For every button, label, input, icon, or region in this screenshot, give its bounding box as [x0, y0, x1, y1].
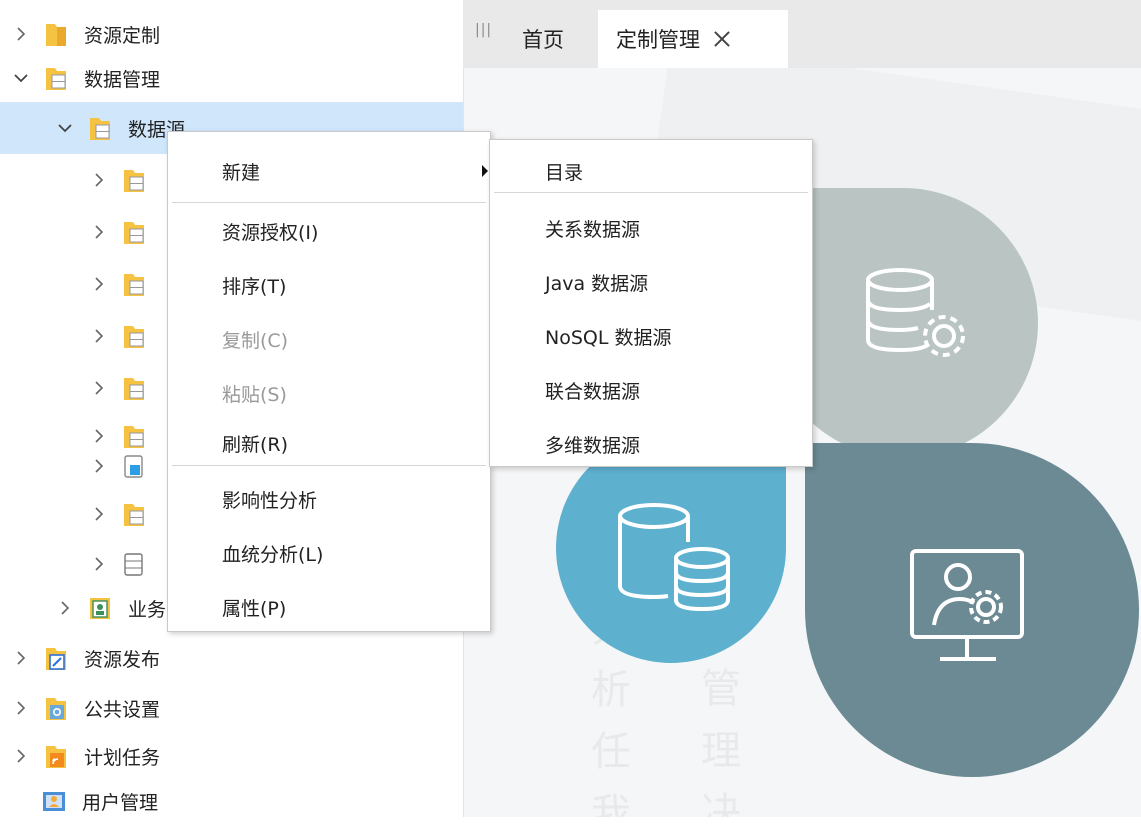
menu-item-label: 联合数据源: [545, 380, 641, 403]
chevron-right-icon[interactable]: [88, 553, 110, 575]
tree-item-public-settings[interactable]: 公共设置: [0, 682, 463, 734]
menu-item-label: 多维数据源: [545, 434, 641, 457]
menu-separator: [172, 465, 486, 466]
menu-item-label: Java 数据源: [545, 272, 649, 295]
datasource-icon: [122, 270, 146, 298]
menu-item-label: 粘贴(S): [222, 383, 287, 406]
menu-item-refresh[interactable]: 刷新(R): [168, 416, 490, 470]
tree-item-label: 计划任务: [84, 746, 161, 769]
tree-item-user-management[interactable]: 用户管理: [0, 775, 463, 827]
tree-item-data-management[interactable]: 数据管理: [0, 52, 463, 104]
tree-item-label: 公共设置: [84, 698, 161, 721]
menu-item-label: 复制(C): [222, 329, 289, 352]
datasource-icon: [122, 218, 146, 246]
tree-item-label: 资源发布: [84, 648, 161, 671]
menu-item-label: 属性(P): [222, 597, 287, 620]
table-datasource-icon: [122, 550, 146, 578]
business-folder-icon: [88, 594, 112, 622]
menu-item-label: 新建: [222, 161, 261, 184]
database-stack-icon: [618, 503, 730, 612]
menu-item-label: 资源授权(I): [222, 221, 319, 244]
tree-item-label: 业务: [128, 598, 167, 621]
submenu-item-multidimensional-datasource[interactable]: 多维数据源: [490, 417, 812, 471]
data-management-icon: [44, 64, 68, 92]
tab-custom-management[interactable]: 定制管理: [598, 10, 788, 68]
menu-item-label: 排序(T): [222, 275, 287, 298]
chevron-right-icon[interactable]: [88, 273, 110, 295]
tab-home[interactable]: 首页: [499, 10, 587, 68]
menu-item-new[interactable]: 新建: [168, 144, 490, 198]
menu-item-paste: 粘贴(S): [168, 366, 490, 420]
tab-list-icon[interactable]: |||: [475, 22, 491, 44]
chevron-right-icon[interactable]: [10, 697, 32, 719]
chevron-right-icon[interactable]: [88, 169, 110, 191]
resource-publish-icon: [44, 644, 68, 672]
chevron-down-icon[interactable]: [54, 117, 76, 139]
chevron-right-icon[interactable]: [10, 745, 32, 767]
menu-item-lineage-analysis[interactable]: 血统分析(L): [168, 526, 490, 580]
datasource-icon: [122, 374, 146, 402]
menu-item-impact-analysis[interactable]: 影响性分析: [168, 472, 490, 526]
chevron-right-icon[interactable]: [88, 325, 110, 347]
close-icon[interactable]: [712, 29, 732, 49]
chevron-right-icon[interactable]: [88, 377, 110, 399]
datasource-folder-icon: [88, 114, 112, 142]
menu-item-label: 影响性分析: [222, 489, 318, 512]
tab-label: 定制管理: [616, 28, 700, 52]
submenu-item-federated-datasource[interactable]: 联合数据源: [490, 363, 812, 417]
menu-item-properties[interactable]: 属性(P): [168, 580, 490, 634]
tab-bar: ||| 首页 定制管理: [463, 0, 1141, 68]
chevron-down-icon[interactable]: [10, 67, 32, 89]
database-settings-icon: [866, 268, 965, 357]
menu-item-label: 血统分析(L): [222, 543, 324, 566]
submenu-item-java-datasource[interactable]: Java 数据源: [490, 255, 812, 309]
submenu-item-relational-datasource[interactable]: 关系数据源: [490, 201, 812, 255]
chevron-right-icon[interactable]: [88, 503, 110, 525]
datasource-icon: [122, 166, 146, 194]
folder-icon: [44, 20, 68, 48]
background-watermark: 管理决: [701, 666, 741, 817]
tree-item-label: 用户管理: [82, 791, 159, 814]
menu-item-label: NoSQL 数据源: [545, 326, 672, 349]
datasource-icon: [122, 500, 146, 528]
chevron-right-icon[interactable]: [10, 23, 32, 45]
menu-item-resource-authorization[interactable]: 资源授权(I): [168, 204, 490, 258]
submenu-arrow-icon: [482, 165, 488, 177]
new-submenu: 目录 关系数据源 Java 数据源 NoSQL 数据源 联合数据源 多维数据源: [489, 139, 813, 467]
chevron-right-icon[interactable]: [88, 455, 110, 477]
context-menu: 新建 资源授权(I) 排序(T) 复制(C) 粘贴(S) 刷新(R) 影响性分析…: [167, 131, 491, 632]
monitor-user-settings-icon: [910, 549, 1024, 661]
submenu-item-nosql-datasource[interactable]: NoSQL 数据源: [490, 309, 812, 363]
tree-item-label: 数据管理: [84, 68, 161, 91]
public-settings-icon: [44, 694, 68, 722]
menu-item-label: 关系数据源: [545, 218, 641, 241]
submenu-item-folder[interactable]: 目录: [490, 144, 812, 198]
tree-item-label: 资源定制: [84, 24, 161, 47]
chevron-right-icon[interactable]: [88, 221, 110, 243]
user-management-icon: [42, 787, 66, 815]
menu-item-label: 刷新(R): [222, 433, 289, 456]
menu-item-sort[interactable]: 排序(T): [168, 258, 490, 312]
tab-label: 首页: [522, 28, 564, 52]
cube-datasource-icon: [122, 452, 146, 480]
chevron-right-icon[interactable]: [10, 647, 32, 669]
chevron-right-icon[interactable]: [54, 597, 76, 619]
menu-separator: [172, 202, 486, 203]
menu-item-copy: 复制(C): [168, 312, 490, 366]
menu-item-label: 目录: [545, 161, 584, 184]
menu-separator: [494, 192, 808, 193]
tree-item-resource-publish[interactable]: 资源发布: [0, 632, 463, 684]
datasource-icon: [122, 322, 146, 350]
scheduled-task-icon: [44, 742, 68, 770]
